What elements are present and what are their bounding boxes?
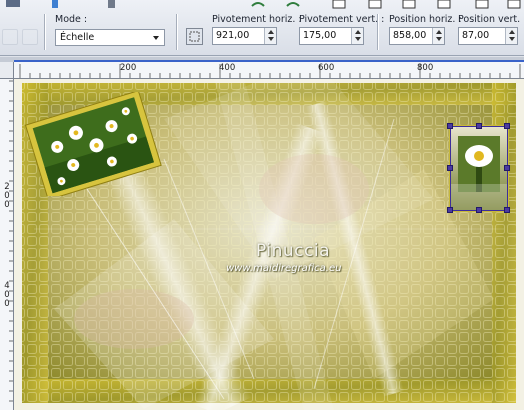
resize-handle-left[interactable] [447,165,453,171]
watermark-url: www.maidiregrafica.eu [226,263,342,274]
selected-daisy-layer[interactable] [446,122,512,215]
position-vertical-label: Position vert. : [458,14,524,25]
mode-select[interactable]: Échelle [55,29,165,46]
pivot-vertical-label: Pivotement vert. : [299,14,385,25]
mode-select-value: Échelle [60,32,95,43]
position-horizontal-value: 858,00 [393,30,427,41]
ruler-label: 0 [4,200,10,210]
paint-shop-window: Mode : Échelle Pivotement horiz. : 921,0… [0,0,524,410]
vertical-ruler: 2 0 0 4 0 0 [0,79,14,410]
position-horizontal-field[interactable]: 858,00 [389,27,445,45]
position-vertical-value: 87,00 [462,30,490,41]
separator [44,14,45,50]
position-vertical-stepper[interactable] [505,28,517,44]
transform-icon[interactable] [22,29,38,45]
ruler-label: 800 [417,63,434,73]
pivot-horizontal-value: 921,00 [216,30,250,41]
resize-handle-bottom-left[interactable] [447,207,453,213]
tool-options-bar: Mode : Échelle Pivotement horiz. : 921,0… [0,0,524,56]
daisy-photo-frame[interactable] [22,92,166,196]
position-horizontal-label: Position horiz. : [389,14,462,25]
chevron-down-icon[interactable] [153,36,159,40]
pivot-horizontal-field[interactable]: 921,00 [212,27,277,45]
pivot-vertical-stepper[interactable] [351,28,363,44]
top-toolbar-strip [6,0,521,9]
separator [176,14,177,50]
resize-handle-top-right[interactable] [504,123,510,129]
separator [377,14,378,50]
ruler-label: 400 [219,63,236,73]
horizontal-ruler: 200 400 600 800 [14,62,524,79]
resize-handle-bottom-right[interactable] [504,207,510,213]
pick-tool-icon[interactable] [186,28,203,45]
image-canvas[interactable]: Pinuccia www.maidiregrafica.eu [14,79,524,410]
horizontal-ruler-ticks [19,64,521,78]
position-horizontal-stepper[interactable] [432,28,444,44]
mode-label: Mode : [55,14,88,25]
pivot-vertical-field[interactable]: 175,00 [299,27,364,45]
resize-handle-right[interactable] [504,165,510,171]
ruler-label: 200 [120,63,137,73]
pivot-horizontal-label: Pivotement horiz. : [212,14,302,25]
pivot-vertical-value: 175,00 [303,30,337,41]
rotate-icon[interactable] [2,29,18,45]
watermark-title: Pinuccia [256,241,330,261]
vertical-ruler-ticks [9,80,13,402]
position-vertical-field[interactable]: 87,00 [458,27,518,45]
pivot-horizontal-stepper[interactable] [264,28,276,44]
resize-handle-top-left[interactable] [447,123,453,129]
daisy-tile-image [449,125,509,212]
resize-handle-bottom[interactable] [476,207,482,213]
ruler-label: 600 [318,63,335,73]
ruler-label: 0 [4,299,10,309]
ruler-corner [0,62,14,79]
resize-handle-top[interactable] [476,123,482,129]
